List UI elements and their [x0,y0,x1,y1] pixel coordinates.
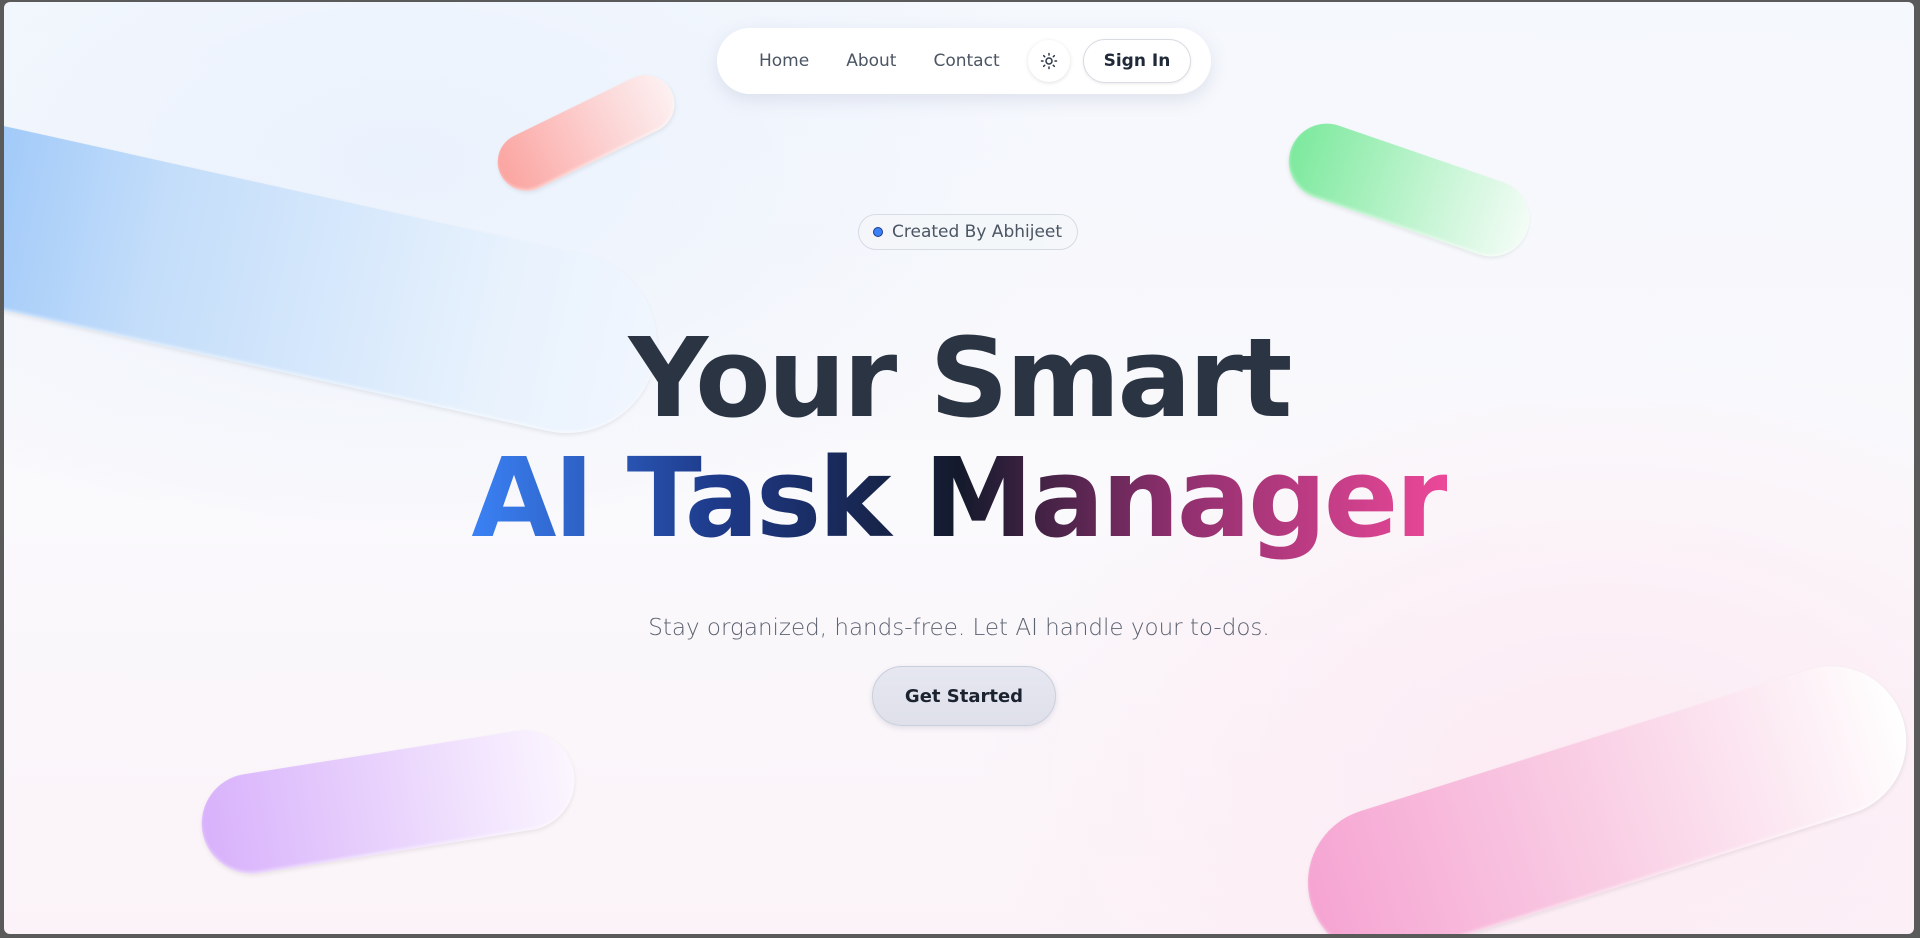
theme-toggle-button[interactable] [1027,40,1070,82]
top-nav: Home About Contact Sign In [717,28,1211,94]
decorative-red-pill [487,65,685,201]
decorative-pink-pill [1288,647,1914,934]
nav-link-home[interactable]: Home [759,51,809,71]
hero-headline-gradient-text: AI Task Manager [471,434,1449,562]
sign-in-button[interactable]: Sign In [1082,39,1192,83]
badge-dot-icon [873,227,883,237]
get-started-button[interactable]: Get Started [872,666,1056,726]
decorative-purple-pill [194,723,582,881]
decorative-green-pill [1278,113,1540,267]
nav-link-about[interactable]: About [846,51,896,71]
page-background: Home About Contact Sign In Created By Ab… [4,2,1914,934]
hero-subtitle: Stay organized, hands-free. Let AI handl… [648,615,1270,641]
nav-link-contact[interactable]: Contact [933,51,999,71]
hero-headline-line2: AI Task Manager [4,438,1914,558]
badge-label: Created By Abhijeet [892,222,1063,242]
sun-icon [1040,52,1057,70]
creator-badge: Created By Abhijeet [858,214,1079,250]
hero-headline-line1: Your Smart [628,314,1293,442]
